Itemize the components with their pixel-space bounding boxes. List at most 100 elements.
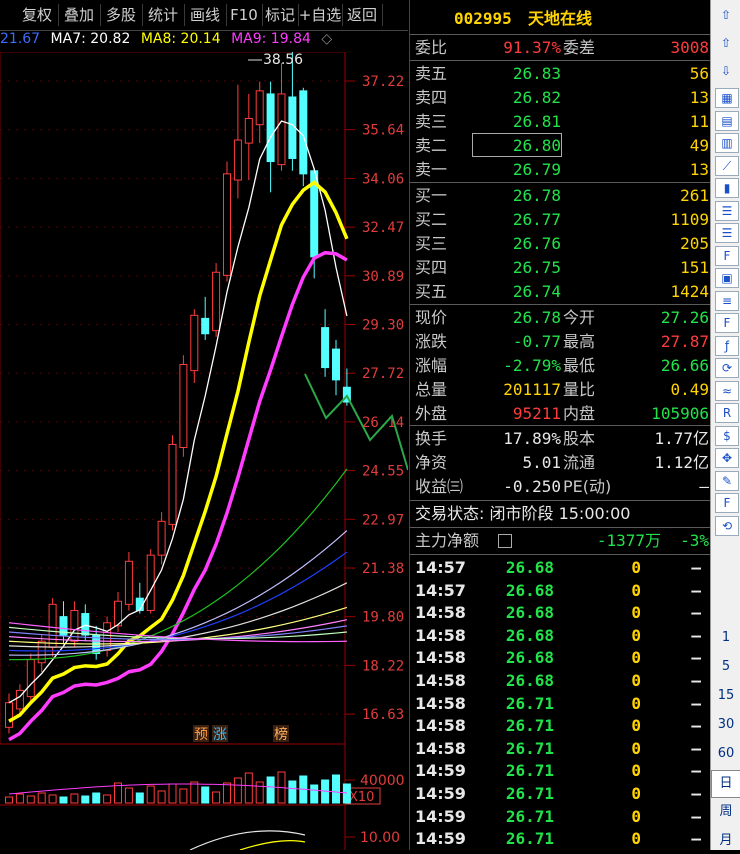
volume-bar: [5, 796, 13, 804]
reload-icon[interactable]: ⟲: [715, 515, 739, 536]
buy-label: 买四: [415, 258, 448, 277]
sell-price: 26.82: [512, 88, 561, 107]
tick-volume: 0: [631, 671, 641, 690]
period-1[interactable]: 5: [711, 654, 740, 680]
tick-time: 14:59: [415, 784, 466, 803]
up-arrow-icon[interactable]: ⇧: [715, 4, 737, 26]
doc-icon[interactable]: ▣: [715, 268, 739, 288]
volume-bar: [179, 788, 188, 804]
period-5[interactable]: 日: [711, 770, 740, 798]
period-7[interactable]: 月: [711, 828, 740, 854]
toolbar-button-5[interactable]: F10: [226, 4, 263, 26]
ma-legend: 21.67 MA7: 20.82 MA8: 20.14 MA9: 19.84 ◇: [0, 31, 345, 51]
buy-level-3: 买三 26.76 205: [410, 232, 711, 255]
trade-status: 交易状态: 闭市阶段 15:00:00: [415, 504, 631, 523]
toolbar-button-1[interactable]: 叠加: [58, 4, 101, 26]
volume-bar: [157, 790, 166, 804]
divider: [410, 554, 711, 555]
divider: [410, 304, 711, 305]
pen-icon[interactable]: ✎: [715, 470, 739, 491]
main-flow-label[interactable]: 主力净额: [415, 529, 479, 552]
tick-direction: —: [691, 648, 701, 668]
period-4[interactable]: 60: [711, 741, 740, 767]
tick-volume: 0: [631, 738, 641, 758]
price-label: 19.80: [362, 610, 404, 626]
tick-price: 26.71: [505, 716, 554, 736]
tick-volume: 0: [631, 761, 641, 781]
candle-icon[interactable]: ▮: [715, 178, 739, 198]
info-value: 1.77亿: [654, 429, 709, 448]
list-icon[interactable]: ☰: [715, 200, 739, 221]
period-0[interactable]: 1: [711, 625, 740, 651]
list2-icon[interactable]: ☰: [715, 223, 739, 243]
candle-body: [332, 348, 340, 381]
event-tag-label[interactable]: 榜: [274, 726, 288, 743]
info-value: 1.12亿: [654, 453, 709, 472]
weibi-row: 委比 91.37% 委差 3008: [410, 36, 711, 59]
buy-price: 26.74: [512, 282, 561, 301]
sell-label: 卖三: [415, 112, 448, 131]
info-label: 换手: [415, 429, 448, 448]
period-3[interactable]: 30: [711, 712, 740, 738]
main-flow-row: 主力净额 -1377万 -3%: [410, 529, 711, 552]
toolbar-button-6[interactable]: 标记: [262, 4, 299, 26]
volume-bar: [26, 795, 35, 804]
chart-icon[interactable]: ▦: [715, 88, 739, 108]
fx-icon[interactable]: ƒ: [715, 335, 739, 356]
period-2[interactable]: 15: [711, 683, 740, 709]
tick-time: 14:58: [415, 671, 466, 690]
buy-price: 26.78: [512, 186, 561, 205]
candle-body: [168, 443, 177, 525]
f5-icon[interactable]: F: [715, 493, 739, 513]
toolbar-button-8[interactable]: 返回: [342, 4, 383, 26]
toolbar-button-3[interactable]: 统计: [142, 4, 185, 26]
move-icon[interactable]: ✥: [715, 448, 739, 468]
toolbar-button-4[interactable]: 画线: [184, 4, 227, 26]
stat-value: 26.66: [660, 356, 709, 375]
candle-body: [124, 560, 133, 605]
rsi-icon[interactable]: R: [715, 403, 739, 423]
note-icon[interactable]: ≡: [715, 290, 739, 311]
trend-icon[interactable]: ⟋: [715, 155, 739, 176]
grid2-icon[interactable]: ▥: [715, 133, 739, 153]
tick-direction: —: [691, 829, 701, 849]
candle-body: [26, 659, 35, 698]
price-label: 32.47: [362, 220, 404, 236]
sell-level-3: 卖三 26.81 11: [410, 110, 711, 133]
toolbar-button-2[interactable]: 多股: [100, 4, 143, 26]
dollar-icon[interactable]: $: [715, 425, 739, 446]
refresh-icon[interactable]: ⟳: [715, 358, 739, 378]
tick-time: 14:58: [415, 648, 466, 668]
toolbar-button-7[interactable]: +自选: [298, 4, 343, 26]
sell-level-5: 卖五 26.83 56: [410, 62, 711, 85]
stat-value: -0.77: [512, 332, 561, 351]
volume-bar: [266, 776, 275, 804]
buy-price: 26.76: [512, 234, 561, 253]
tick-volume: 0: [631, 716, 641, 736]
grid-icon[interactable]: ▤: [715, 110, 739, 131]
event-tag-label[interactable]: 涨: [213, 727, 227, 743]
period-6[interactable]: 周: [711, 799, 740, 825]
tick-price: 26.68: [505, 625, 554, 645]
list-icon[interactable]: [498, 534, 512, 548]
tick-row: 14:58 26.68 0 —: [410, 624, 711, 647]
kline-chart[interactable]: 37.22 35.64 34.06 32.47 30.89 29.30 27.72 26.14…: [0, 52, 408, 850]
toolbar-button-0[interactable]: 复权: [16, 4, 59, 26]
tick-price: 26.68: [505, 603, 554, 623]
event-tag-label[interactable]: 预: [194, 727, 208, 743]
ind-line-yellow: [239, 840, 306, 850]
tick-price: 26.68: [505, 558, 554, 577]
up-outline-icon[interactable]: ⇧: [715, 32, 737, 54]
f10-icon[interactable]: F: [715, 245, 739, 266]
peak-label: 38.56: [263, 52, 303, 68]
volume-bar: [342, 783, 351, 804]
info-value: -0.250: [503, 477, 561, 496]
f12-icon[interactable]: F: [715, 313, 739, 333]
weicha-label: 委差: [563, 38, 596, 57]
tick-row: 14:58 26.71 0 —: [410, 714, 711, 737]
stat-value: 95211: [512, 404, 561, 423]
down-outline-icon[interactable]: ⇩: [715, 60, 737, 82]
candle-body: [81, 613, 90, 636]
volume-bar: [255, 781, 264, 804]
wave-icon[interactable]: ≈: [715, 380, 739, 401]
